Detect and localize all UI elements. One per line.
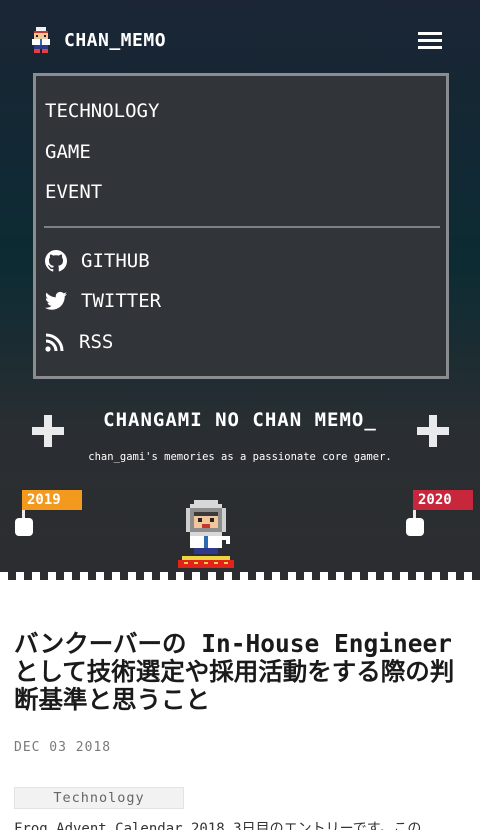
menu-link-twitter[interactable]: TWITTER (45, 290, 161, 312)
site-title: CHANGAMI NO CHAN MEMO_ (103, 409, 377, 431)
brand-link[interactable]: CHAN_MEMO (30, 27, 166, 53)
right-flag-ball (406, 518, 424, 536)
twitter-icon (45, 291, 67, 310)
menu-divider (44, 226, 440, 228)
top-bar: CHAN_MEMO (0, 0, 480, 80)
flag-2019[interactable]: 2019 (22, 490, 82, 510)
menu-item-game[interactable]: GAME (45, 141, 91, 163)
nav-menu: TECHNOLOGY GAME EVENT GITHUB TWITTER RSS (33, 73, 449, 379)
post-tag[interactable]: Technology (14, 787, 184, 809)
flag-2020[interactable]: 2020 (413, 490, 473, 510)
hero-section: CHAN_MEMO TECHNOLOGY GAME EVENT GITHUB T… (0, 0, 480, 580)
rss-label: RSS (79, 331, 114, 353)
github-label: GITHUB (81, 250, 150, 272)
left-flag-ball (15, 518, 33, 536)
post-title[interactable]: バンクーバーの In-House Engineer として技術選定や採用活動をす… (14, 630, 466, 714)
menu-item-event[interactable]: EVENT (45, 181, 102, 203)
post-excerpt: Frog Advent Calendar 2018 3日目のエントリーです。この (14, 821, 422, 830)
menu-item-technology[interactable]: TECHNOLOGY (45, 100, 159, 122)
flag-2020-label: 2020 (418, 492, 452, 508)
flag-2019-label: 2019 (27, 492, 61, 508)
rss-icon (45, 333, 64, 352)
hamburger-icon[interactable] (416, 30, 444, 52)
brand-title: CHAN_MEMO (64, 29, 167, 51)
menu-link-github[interactable]: GITHUB (45, 250, 150, 272)
checker-border (0, 572, 480, 580)
menu-link-rss[interactable]: RSS (45, 331, 113, 353)
github-icon (45, 250, 67, 272)
twitter-label: TWITTER (81, 290, 162, 312)
post-date: DEC 03 2018 (14, 740, 112, 755)
site-subtitle: chan_gami's memories as a passionate cor… (88, 451, 392, 463)
character-avatar-icon (32, 27, 50, 53)
astronaut-character-icon (178, 500, 234, 568)
